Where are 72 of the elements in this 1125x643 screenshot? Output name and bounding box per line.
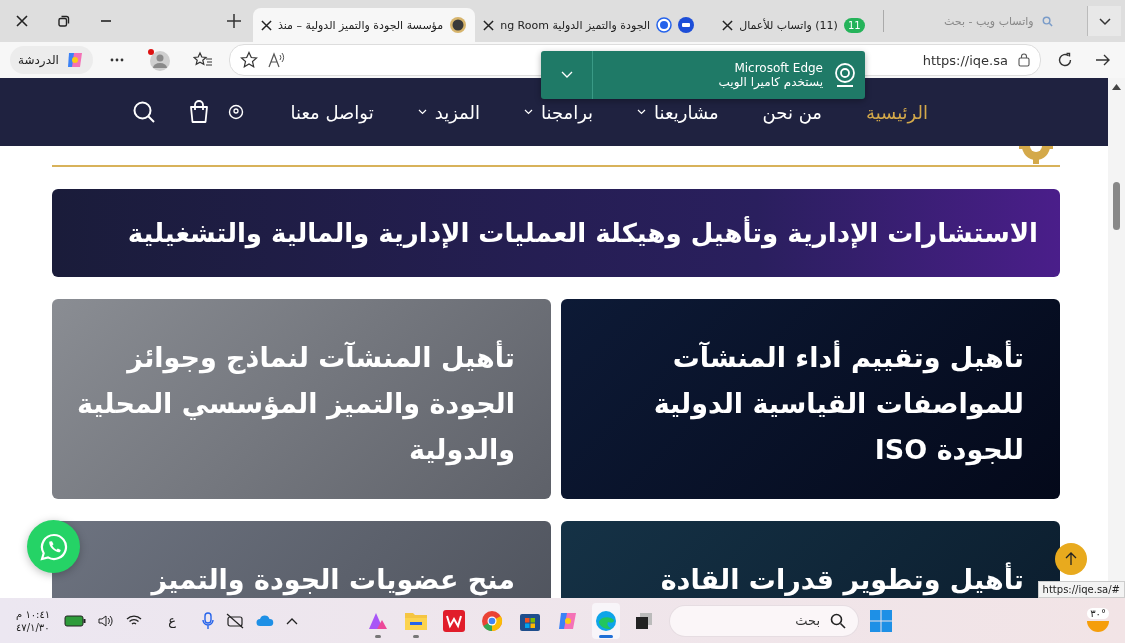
phone-chat-icon [38, 531, 69, 562]
url-text: https://iqe.sa [922, 52, 1008, 68]
taskbar-search-field[interactable]: بحث [670, 605, 858, 636]
clock[interactable]: ١٠:٤١ م ٤٧/١/٣٠ [16, 607, 51, 634]
close-icon [16, 15, 28, 27]
tab-title: مؤسسة الجودة والتميز الدولية – منذ [278, 18, 444, 32]
search-icon [830, 612, 846, 629]
arrow-up-icon [1065, 552, 1077, 566]
nav-link[interactable]: المزيد [395, 101, 502, 123]
card-title: تأهيل وتطوير قدرات القادة [659, 561, 1024, 598]
caret-icon [560, 71, 573, 79]
tab-title: (11) واتساب للأعمال [739, 18, 838, 32]
status-url-tooltip: https://iqe.sa/# [1037, 581, 1125, 598]
wifi-icon[interactable] [126, 614, 143, 627]
browser-tab[interactable]: مؤسسة الجودة والتميز الدولية – منذ [253, 8, 476, 42]
search-icon [1041, 15, 1053, 27]
forward-arrow-icon[interactable] [1095, 52, 1111, 68]
meeting-app-icon [678, 17, 695, 33]
favorites-icon[interactable] [192, 51, 213, 69]
scroll-to-top-button[interactable] [1055, 543, 1087, 575]
unread-badge: 11 [843, 17, 865, 33]
close-tab-icon[interactable] [261, 19, 272, 31]
w-letter-app-icon [443, 609, 465, 632]
copilot-chat-button[interactable]: الدردشة [10, 46, 93, 74]
microphone-icon[interactable] [202, 611, 214, 630]
close-tab-icon[interactable] [722, 19, 734, 31]
card-title: تأهيل وتقييم أداء المنشآت للمواصفات القياسية الدولية للجودة ISO [652, 339, 1024, 468]
profile-avatar-icon[interactable] [146, 48, 171, 72]
record-icon [656, 17, 673, 33]
nav-link[interactable]: تواصل معنا [268, 101, 396, 123]
whatsapp-chat-button[interactable] [27, 520, 80, 573]
cart-icon[interactable] [188, 100, 211, 124]
lock-icon [1018, 53, 1030, 67]
volume-icon[interactable] [98, 613, 115, 628]
scrollbar-thumb[interactable] [1113, 182, 1120, 230]
webcam-icon [835, 63, 855, 87]
battery-icon[interactable] [64, 614, 87, 627]
card-title: تأهيل المنشآت لنماذج وجوائز الجودة والتميز المؤسسي المحلية والدولية [75, 339, 515, 468]
star-icon[interactable] [239, 51, 258, 69]
service-card[interactable]: تأهيل المنشآت لنماذج وجوائز الجودة والتميز المؤسسي المحلية والدولية [52, 299, 551, 499]
search-icon[interactable] [132, 100, 157, 124]
weather-sun-icon [1085, 619, 1111, 633]
input-language[interactable]: ع [168, 613, 176, 628]
tab-list-button[interactable] [1087, 6, 1121, 36]
banner[interactable]: الاستشارات الإدارية وتأهيل وهيكلة العمليات الإدارية والمالية والتشغيلية [52, 189, 1060, 277]
site-logo-icon [449, 16, 468, 34]
card-title: منح عضويات الجودة والتميز [149, 563, 515, 598]
nav-link[interactable]: الرئيسية [844, 101, 928, 123]
browser-tab[interactable]: الجودة والتميز الدولية ng Room [475, 8, 703, 42]
service-card[interactable]: منح عضويات الجودة والتميز [52, 521, 551, 598]
edge-browser-icon [595, 609, 617, 632]
close-tab-icon[interactable] [483, 19, 495, 31]
notification-message: يستخدم كاميرا الويب [718, 75, 823, 89]
banner-title: الاستشارات الإدارية وتأهيل وهيكلة العمليات الإدارية والمالية والتشغيلية [127, 218, 1038, 248]
cloud-icon[interactable] [256, 614, 274, 627]
browser-app-icon [481, 609, 503, 632]
camera-off-icon[interactable] [226, 612, 244, 629]
task-view-icon [634, 610, 654, 631]
refresh-icon[interactable] [1057, 52, 1073, 68]
nav-link[interactable]: من نحن [740, 101, 844, 123]
windows-start-icon[interactable] [870, 609, 892, 632]
nav-link[interactable]: برامجنا [501, 101, 616, 123]
notification-title: Microsoft Edge [734, 61, 823, 75]
weather-widget[interactable]: ٣٠° [1085, 608, 1111, 633]
service-card[interactable]: تأهيل وتقييم أداء المنشآت للمواصفات القياسية الدولية للجودة ISO [561, 299, 1060, 499]
scroll-up-icon[interactable] [1112, 84, 1121, 90]
read-aloud-icon[interactable] [267, 52, 286, 68]
restore-icon [58, 15, 70, 27]
tab-title: الجودة والتميز الدولية ng Room [500, 18, 651, 32]
chevron-up-icon[interactable] [286, 616, 298, 625]
plus-icon [226, 13, 242, 29]
nav-link[interactable]: مشاريعنا [615, 101, 741, 123]
